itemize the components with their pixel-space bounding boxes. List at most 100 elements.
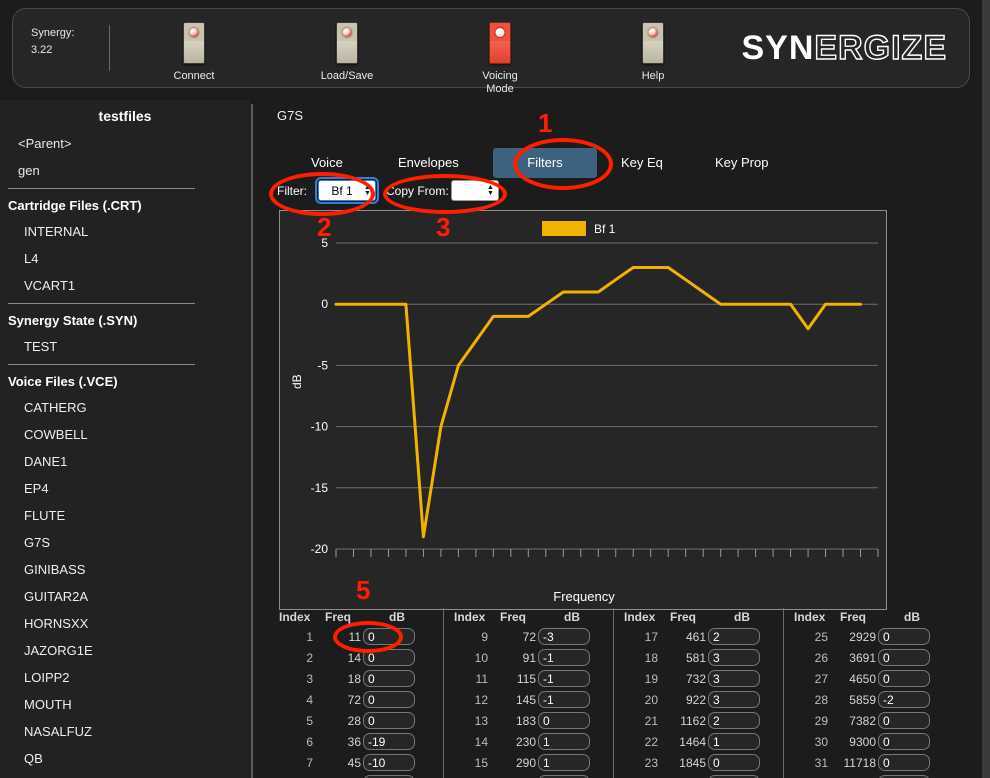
cell-index: 2 xyxy=(306,650,313,665)
sidebar-file-item[interactable]: FLUTE xyxy=(0,502,250,529)
sidebar-file-item[interactable]: JAZORG1E xyxy=(0,637,250,664)
sidebar-file-item[interactable]: L4 xyxy=(0,245,250,272)
db-input[interactable] xyxy=(538,670,590,687)
db-input[interactable] xyxy=(878,754,930,771)
load-save-button[interactable]: Load/Save xyxy=(304,22,390,83)
table-column: Index Freq dB 17 461 18 581 19 732 20 922 21 1162 22 1… xyxy=(613,608,775,778)
db-input[interactable] xyxy=(363,712,415,729)
db-input[interactable] xyxy=(878,649,930,666)
cell-index: 26 xyxy=(814,650,828,665)
sidebar-file-item[interactable]: QB xyxy=(0,745,250,772)
db-input[interactable] xyxy=(363,670,415,687)
chevron-updown-icon: ▲ ▼ xyxy=(364,183,371,197)
copy-from-select[interactable]: ▲ ▼ xyxy=(451,180,499,201)
voicing-mode-button[interactable]: Voicing Mode xyxy=(457,22,543,96)
sidebar-file-item[interactable]: DANE1 xyxy=(0,448,250,475)
tab-key-eq[interactable]: Key Eq xyxy=(611,148,673,178)
table-row: 1 11 xyxy=(279,626,435,647)
sidebar-file-item[interactable]: VCART1 xyxy=(0,272,250,299)
cell-index: 12 xyxy=(474,692,488,707)
db-input[interactable] xyxy=(878,691,930,708)
connect-label: Connect xyxy=(173,70,215,82)
db-input[interactable] xyxy=(708,670,760,687)
db-input[interactable] xyxy=(363,733,415,750)
db-input[interactable] xyxy=(878,733,930,750)
cell-index: 7 xyxy=(306,755,313,770)
db-input[interactable] xyxy=(878,628,930,645)
cell-freq: 72 xyxy=(347,692,361,707)
db-input[interactable] xyxy=(878,670,930,687)
page-scrollbar[interactable] xyxy=(982,0,990,778)
db-input[interactable] xyxy=(708,649,760,666)
db-input[interactable] xyxy=(708,733,760,750)
filter-select[interactable]: Bf 1 ▲ ▼ xyxy=(315,177,379,204)
cell-index: 3 xyxy=(306,671,313,686)
led-icon xyxy=(189,28,199,37)
sidebar-file-item[interactable]: LOIPP2 xyxy=(0,664,250,691)
db-input[interactable] xyxy=(708,712,760,729)
sidebar-file-item[interactable]: EP4 xyxy=(0,475,250,502)
led-icon xyxy=(648,28,658,37)
column-header-index: Index xyxy=(624,610,656,624)
db-input[interactable] xyxy=(538,712,590,729)
cell-index: 4 xyxy=(306,692,313,707)
sidebar-file-item[interactable]: INTERNAL xyxy=(0,218,250,245)
cell-index: 23 xyxy=(644,755,658,770)
sidebar-file-item[interactable]: COWBELL xyxy=(0,421,250,448)
sidebar-file-item[interactable]: GUITAR2A xyxy=(0,583,250,610)
sidebar-file-item[interactable]: MOUTH xyxy=(0,691,250,718)
cell-index: 14 xyxy=(474,734,488,749)
column-header-index: Index xyxy=(794,610,826,624)
cell-freq: 732 xyxy=(685,671,706,686)
db-input[interactable] xyxy=(538,754,590,771)
sidebar-file-item[interactable]: NASALFUZ xyxy=(0,718,250,745)
cell-index: 10 xyxy=(474,650,488,665)
db-input[interactable] xyxy=(363,649,415,666)
tab-filters[interactable]: Filters xyxy=(493,148,597,178)
svg-text:0: 0 xyxy=(321,297,328,311)
cell-freq: 145 xyxy=(515,692,536,707)
db-input[interactable] xyxy=(708,691,760,708)
filter-select-value: Bf 1 xyxy=(331,183,353,198)
chart-x-axis-label: Frequency xyxy=(553,589,615,604)
cell-freq: 2929 xyxy=(849,629,876,644)
sidebar-divider-rule xyxy=(8,364,195,365)
db-input[interactable] xyxy=(708,754,760,771)
cell-index: 5 xyxy=(306,713,313,728)
switch-icon xyxy=(642,22,664,64)
db-input[interactable] xyxy=(363,691,415,708)
table-header-row: Index Freq dB xyxy=(624,608,775,626)
svg-text:-5: -5 xyxy=(317,358,328,372)
db-input[interactable] xyxy=(708,628,760,645)
sidebar-section-heading: Synergy State (.SYN) xyxy=(8,313,138,328)
sidebar-section-heading: Voice Files (.VCE) xyxy=(8,374,118,389)
db-input[interactable] xyxy=(363,628,415,645)
sidebar-file-item[interactable]: G7S xyxy=(0,529,250,556)
table-header-row: Index Freq dB xyxy=(279,608,435,626)
connect-button[interactable]: Connect xyxy=(151,22,237,83)
db-input[interactable] xyxy=(538,733,590,750)
svg-text:-20: -20 xyxy=(311,542,329,556)
sidebar-nav-item[interactable]: gen xyxy=(0,157,250,184)
sidebar-nav-item[interactable]: <Parent> xyxy=(0,130,250,157)
sidebar-file-item[interactable]: GINIBASS xyxy=(0,556,250,583)
db-input[interactable] xyxy=(538,628,590,645)
sidebar-file-item[interactable]: CATHERG xyxy=(0,394,250,421)
cell-freq: 183 xyxy=(515,713,536,728)
cell-index: 21 xyxy=(644,713,658,728)
cell-freq: 1845 xyxy=(679,755,706,770)
tab-voice[interactable]: Voice xyxy=(301,148,353,178)
sidebar-file-item[interactable]: TEST xyxy=(0,333,250,360)
column-header-freq: Freq xyxy=(500,610,527,624)
db-input[interactable] xyxy=(538,691,590,708)
sidebar-file-item[interactable]: HORNSXX xyxy=(0,610,250,637)
tab-envelopes[interactable]: Envelopes xyxy=(388,148,469,178)
cell-freq: 91 xyxy=(522,650,536,665)
db-input[interactable] xyxy=(363,754,415,771)
tab-key-prop[interactable]: Key Prop xyxy=(705,148,778,178)
db-input[interactable] xyxy=(878,712,930,729)
help-button[interactable]: Help xyxy=(610,22,696,83)
sidebar-title: testfiles xyxy=(98,108,152,124)
sidebar-file-item[interactable]: RASP6 xyxy=(0,772,250,778)
db-input[interactable] xyxy=(538,649,590,666)
